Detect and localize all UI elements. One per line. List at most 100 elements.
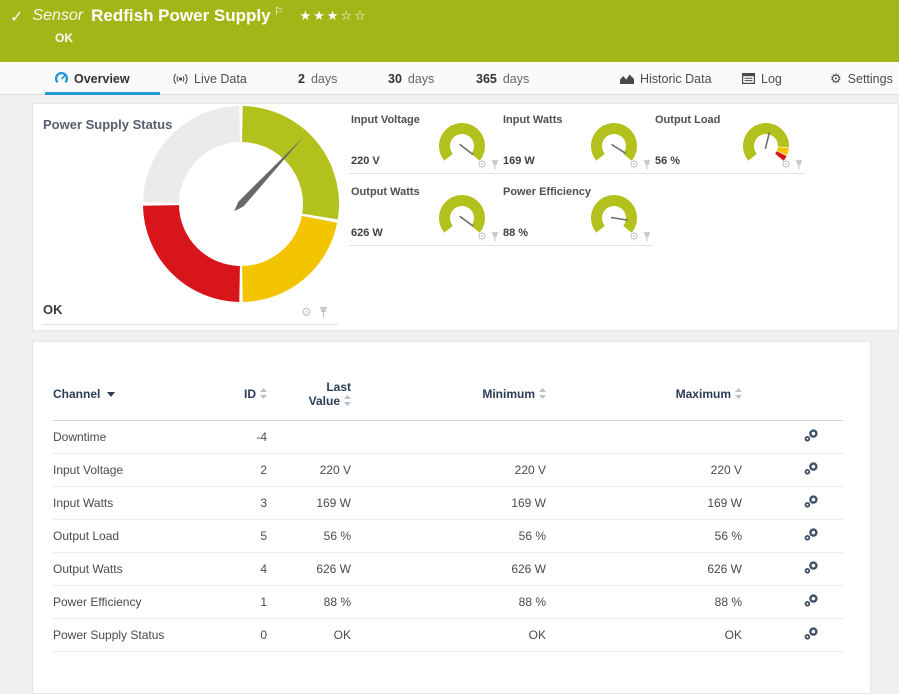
mini-gauge-value: 56 % — [655, 155, 680, 167]
table-row: Power Efficiency 1 88 % 88 % 88 % — [53, 585, 843, 618]
sensor-status-text: OK — [55, 31, 73, 45]
minimum-cell — [351, 420, 546, 453]
column-header-maximum[interactable]: Maximum — [546, 368, 742, 420]
column-header-label: Value — [309, 394, 340, 408]
maximum-cell: OK — [546, 618, 742, 651]
log-icon — [742, 73, 755, 84]
tab-30-days-number: 30 — [388, 72, 402, 86]
channel-settings-gear-icon[interactable] — [804, 528, 819, 541]
maximum-cell: 88 % — [546, 585, 742, 618]
pin-icon[interactable] — [643, 232, 651, 242]
last-value-cell — [267, 420, 351, 453]
divider — [43, 324, 338, 325]
status-check-icon: ✓ — [10, 7, 23, 27]
tab-historic-data[interactable]: Historic Data — [620, 62, 712, 95]
column-header-minimum[interactable]: Minimum — [351, 368, 546, 420]
mini-gauge-output-load: Output Load 56 % ⚙ — [653, 112, 805, 174]
tab-log-label: Log — [761, 72, 782, 86]
pin-icon[interactable] — [643, 160, 651, 170]
tab-overview-label: Overview — [74, 72, 130, 86]
tab-bar: Overview Live Data 2 days 30 days 365 da… — [0, 62, 899, 95]
table-row: Downtime -4 — [53, 420, 843, 453]
channel-settings-gear-icon[interactable] — [804, 429, 819, 442]
sort-arrows-icon — [735, 388, 742, 399]
tab-overview[interactable]: Overview — [55, 62, 130, 95]
historic-chart-icon — [620, 73, 634, 84]
settings-gear-icon: ⚙ — [830, 71, 842, 87]
channel-settings-gear-icon[interactable] — [804, 627, 819, 640]
gauge-settings-gear-icon[interactable]: ⚙ — [301, 305, 312, 319]
mini-gauge-label: Output Watts — [351, 186, 420, 198]
minimum-cell: 220 V — [351, 453, 546, 486]
sensor-header: ✓ Sensor Redfish Power Supply ⚐ ★★★☆☆ OK — [0, 0, 899, 62]
column-header-last-value[interactable]: Last Value — [267, 368, 351, 420]
tab-settings-label: Settings — [848, 72, 893, 86]
tab-365-days-number: 365 — [476, 72, 497, 86]
tab-log[interactable]: Log — [742, 62, 782, 95]
channel-name-cell: Output Load — [53, 519, 216, 552]
sensor-page: ✓ Sensor Redfish Power Supply ⚐ ★★★☆☆ OK… — [0, 0, 899, 694]
last-value-cell: OK — [267, 618, 351, 651]
table-header-row: Channel ID Last Value Minimum Maximum — [53, 368, 843, 420]
channel-name-cell: Input Voltage — [53, 453, 216, 486]
minimum-cell: 169 W — [351, 486, 546, 519]
pin-icon[interactable] — [795, 160, 803, 170]
column-header-channel[interactable]: Channel — [53, 368, 216, 420]
last-value-cell: 169 W — [267, 486, 351, 519]
pin-icon[interactable] — [491, 160, 499, 170]
tab-2-days-number: 2 — [298, 72, 305, 86]
channel-id-cell: 1 — [216, 585, 267, 618]
overview-panel: Power Supply Status OK ⚙ Input Voltage — [32, 103, 899, 331]
tab-365-days[interactable]: 365 days — [476, 62, 529, 95]
sort-arrows-icon — [260, 388, 267, 399]
table-row: Input Voltage 2 220 V 220 V 220 V — [53, 453, 843, 486]
tab-365-days-unit: days — [503, 72, 529, 86]
tab-30-days[interactable]: 30 days — [388, 62, 434, 95]
channel-settings-gear-icon[interactable] — [804, 561, 819, 574]
object-type-label: Sensor — [32, 7, 83, 25]
sensor-name: Redfish Power Supply — [91, 6, 270, 26]
gauge-settings-gear-icon[interactable]: ⚙ — [477, 158, 487, 171]
channel-id-cell: 0 — [216, 618, 267, 651]
channel-settings-gear-icon[interactable] — [804, 462, 819, 475]
column-header-label: ID — [244, 387, 256, 401]
pin-icon[interactable] — [319, 307, 328, 318]
last-value-cell: 56 % — [267, 519, 351, 552]
live-data-icon — [173, 73, 188, 85]
mini-gauge-label: Input Watts — [503, 114, 562, 126]
mini-gauge-value: 220 V — [351, 155, 380, 167]
gauge-settings-gear-icon[interactable]: ⚙ — [477, 230, 487, 243]
channel-settings-gear-icon[interactable] — [804, 594, 819, 607]
mini-gauge-label: Output Load — [655, 114, 720, 126]
tab-live-data-label: Live Data — [194, 72, 247, 86]
tab-settings[interactable]: ⚙ Settings — [830, 62, 893, 95]
gauge-settings-gear-icon[interactable]: ⚙ — [629, 230, 639, 243]
tab-live-data[interactable]: Live Data — [173, 62, 247, 95]
minimum-cell: 626 W — [351, 552, 546, 585]
last-value-cell: 220 V — [267, 453, 351, 486]
maximum-cell: 56 % — [546, 519, 742, 552]
gauge-settings-gear-icon[interactable]: ⚙ — [781, 158, 791, 171]
active-tab-underline — [45, 92, 160, 95]
priority-flag-icon[interactable]: ⚐ — [274, 5, 284, 18]
main-gauge-value: OK — [43, 302, 63, 317]
tab-2-days[interactable]: 2 days — [298, 62, 337, 95]
channel-id-cell: 5 — [216, 519, 267, 552]
table-row: Input Watts 3 169 W 169 W 169 W — [53, 486, 843, 519]
maximum-cell: 220 V — [546, 453, 742, 486]
minimum-cell: OK — [351, 618, 546, 651]
sort-arrows-icon — [344, 395, 351, 406]
gauge-settings-gear-icon[interactable]: ⚙ — [629, 158, 639, 171]
maximum-cell — [546, 420, 742, 453]
channel-name-cell: Downtime — [53, 420, 216, 453]
empty-tile — [653, 184, 805, 246]
tab-30-days-unit: days — [408, 72, 434, 86]
column-header-id[interactable]: ID — [216, 368, 267, 420]
channel-table-panel: Channel ID Last Value Minimum Maximum — [32, 341, 871, 694]
pin-icon[interactable] — [491, 232, 499, 242]
last-value-cell: 626 W — [267, 552, 351, 585]
priority-stars[interactable]: ★★★☆☆ — [299, 8, 367, 24]
channel-name-cell: Output Watts — [53, 552, 216, 585]
minimum-cell: 88 % — [351, 585, 546, 618]
channel-settings-gear-icon[interactable] — [804, 495, 819, 508]
